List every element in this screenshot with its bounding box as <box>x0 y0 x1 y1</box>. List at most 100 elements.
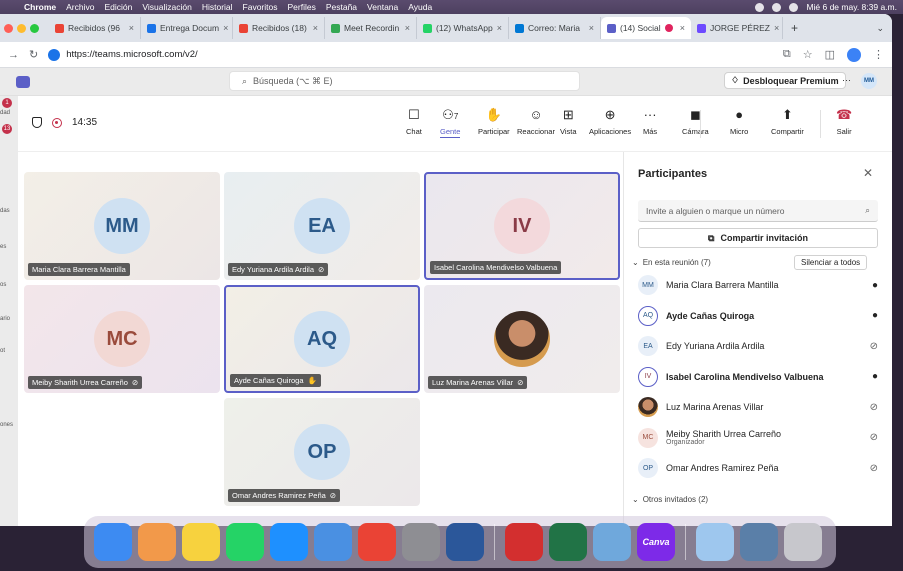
unlock-premium-button[interactable]: ♢ Desbloquear Premium <box>724 72 846 89</box>
chrome-icon[interactable] <box>358 523 396 561</box>
close-window-button[interactable] <box>4 23 13 33</box>
profile-avatar[interactable] <box>847 47 861 62</box>
app-store-icon[interactable] <box>270 523 308 561</box>
toolbar-chat-button[interactable]: ☐ Chat <box>406 108 422 137</box>
participant-row[interactable]: Luz Marina Arenas Villar ⊘ <box>638 396 878 418</box>
trash-icon[interactable] <box>784 523 822 561</box>
participant-tile[interactable]: Luz Marina Arenas Villar ⊘ <box>424 285 620 393</box>
menubar-item[interactable]: Ayuda <box>408 2 432 12</box>
forward-icon[interactable]: → <box>8 49 19 61</box>
other-invitees-section[interactable]: ⌄ Otros invitados (2) <box>632 495 708 504</box>
menubar-item[interactable]: Favoritos <box>243 2 278 12</box>
mic-icon[interactable]: ● <box>872 280 878 291</box>
whatsapp-icon[interactable] <box>226 523 264 561</box>
close-tab-icon[interactable]: × <box>313 23 318 33</box>
menubar-item[interactable]: Archivo <box>66 2 94 12</box>
close-tab-icon[interactable]: × <box>589 23 594 33</box>
minimize-window-button[interactable] <box>17 23 26 33</box>
word-icon[interactable] <box>446 523 484 561</box>
browser-menu-icon[interactable]: ⋮ <box>873 48 884 61</box>
control-center-icon[interactable] <box>789 2 799 12</box>
toolbar-compartir-button[interactable]: ⬆ Compartir <box>771 108 804 137</box>
mic-off-icon[interactable]: ⊘ <box>870 463 878 474</box>
participant-tile[interactable]: MM Maria Clara Barrera Mantilla <box>24 172 220 280</box>
rail-label[interactable]: es <box>0 244 6 250</box>
browser-tab[interactable]: (14) Social × <box>601 17 691 39</box>
toolbar-cmara-button[interactable]: ◼ Cámara <box>682 108 709 137</box>
mute-all-button[interactable]: Silenciar a todos <box>794 255 868 270</box>
close-tab-icon[interactable]: × <box>129 23 134 33</box>
menubar-item[interactable]: Historial <box>202 2 233 12</box>
chat-badge[interactable]: 13 <box>2 124 12 134</box>
finder-icon[interactable] <box>94 523 132 561</box>
browser-tab[interactable]: (12) WhatsApp × <box>417 17 509 39</box>
participant-tile[interactable]: EA Edy Yuriana Ardila Ardila ⊘ <box>224 172 420 280</box>
share-invite-button[interactable]: ⧉ Compartir invitación <box>638 228 878 248</box>
notes-icon[interactable] <box>182 523 220 561</box>
rail-label[interactable]: ario <box>0 316 10 322</box>
preview-icon[interactable] <box>593 523 631 561</box>
folder-icon[interactable] <box>696 523 734 561</box>
rail-label[interactable]: dad <box>0 110 10 116</box>
mic-icon[interactable]: ● <box>872 371 878 382</box>
rail-label[interactable]: ot <box>0 348 5 354</box>
omnibox[interactable]: https://teams.microsoft.com/v2/ <box>48 48 198 61</box>
participant-row[interactable]: AQ Ayde Cañas Quiroga ● <box>638 305 878 327</box>
wifi-icon[interactable] <box>772 2 782 12</box>
browser-tab[interactable]: Recibidos (18) × <box>233 17 325 39</box>
toolbar-participar-button[interactable]: ✋ Participar <box>478 108 510 137</box>
screenshots-icon[interactable] <box>740 523 778 561</box>
bookmark-star-icon[interactable]: ☆ <box>803 48 813 61</box>
rail-label[interactable]: os <box>0 282 6 288</box>
mic-off-icon[interactable]: ⊘ <box>870 402 878 413</box>
shield-icon[interactable] <box>32 117 42 128</box>
extensions-icon[interactable]: ◫ <box>825 48 835 61</box>
close-tab-icon[interactable]: × <box>774 23 779 33</box>
close-tab-icon[interactable]: × <box>680 23 685 33</box>
teams-search-input[interactable]: ⌕ Búsqueda (⌥ ⌘ E) <box>229 71 580 91</box>
acrobat-icon[interactable] <box>505 523 543 561</box>
close-tab-icon[interactable]: × <box>223 23 228 33</box>
participant-row[interactable]: EA Edy Yuriana Ardila Ardila ⊘ <box>638 335 878 357</box>
reload-icon[interactable]: ↻ <box>29 48 38 61</box>
menubar-item[interactable]: Ventana <box>367 2 398 12</box>
site-info-icon[interactable] <box>48 48 61 61</box>
photos-icon[interactable] <box>138 523 176 561</box>
invite-input[interactable]: Invite a alguien o marque un número ⌕ <box>638 200 878 222</box>
participant-row[interactable]: OP Omar Andres Ramirez Peña ⊘ <box>638 457 878 479</box>
menubar-item[interactable]: Perfiles <box>288 2 316 12</box>
menubar-item[interactable]: Edición <box>104 2 132 12</box>
menubar-item[interactable]: Visualización <box>142 2 191 12</box>
recording-icon[interactable] <box>52 117 62 128</box>
menubar-item[interactable]: Pestaña <box>326 2 357 12</box>
rail-label[interactable]: ones <box>0 422 13 428</box>
user-avatar[interactable]: MM <box>861 73 877 89</box>
canva-icon[interactable]: Canva <box>637 523 675 561</box>
tab-search-icon[interactable]: ⌄ <box>876 23 884 34</box>
toolbar-reaccionar-button[interactable]: ☺ Reaccionar <box>517 108 555 137</box>
rail-label[interactable]: das <box>0 208 10 214</box>
browser-tab[interactable]: Recibidos (96 × <box>49 17 141 39</box>
close-tab-icon[interactable]: × <box>405 23 410 33</box>
toolbar-salir-button[interactable]: ☎ Salir <box>836 108 852 137</box>
participant-tile[interactable]: IV Isabel Carolina Mendivelso Valbuena <box>424 172 620 280</box>
cast-icon[interactable]: ⧉ <box>783 48 791 61</box>
toolbar-ms-button[interactable]: ··· Más <box>643 108 657 137</box>
in-meeting-section[interactable]: ⌄ En esta reunión (7) <box>632 258 711 267</box>
mail-icon[interactable] <box>314 523 352 561</box>
close-icon[interactable]: ✕ <box>863 166 873 180</box>
activity-badge[interactable]: 1 <box>2 98 12 108</box>
participant-row[interactable]: MM Maria Clara Barrera Mantilla ● <box>638 274 878 296</box>
mic-off-icon[interactable]: ⊘ <box>870 341 878 352</box>
participant-row[interactable]: MC Meiby Sharith Urrea Carreño Organizador… <box>638 427 878 449</box>
participant-row[interactable]: IV Isabel Carolina Mendivelso Valbuena ● <box>638 366 878 388</box>
toolbar-vista-button[interactable]: ⊞ Vista <box>560 108 577 137</box>
toolbar-gente-button[interactable]: ⚇7 Gente <box>440 108 461 138</box>
mic-icon[interactable]: ● <box>872 310 878 321</box>
browser-tab[interactable]: Correo: Maria × <box>509 17 601 39</box>
mic-off-icon[interactable]: ⊘ <box>870 432 878 443</box>
participant-tile[interactable]: MC Meiby Sharith Urrea Carreño ⊘ <box>24 285 220 393</box>
settings-icon[interactable] <box>402 523 440 561</box>
browser-tab[interactable]: Entrega Docum × <box>141 17 233 39</box>
menubar-clock[interactable]: Mié 6 de may. 8:39 a.m. <box>806 2 897 12</box>
